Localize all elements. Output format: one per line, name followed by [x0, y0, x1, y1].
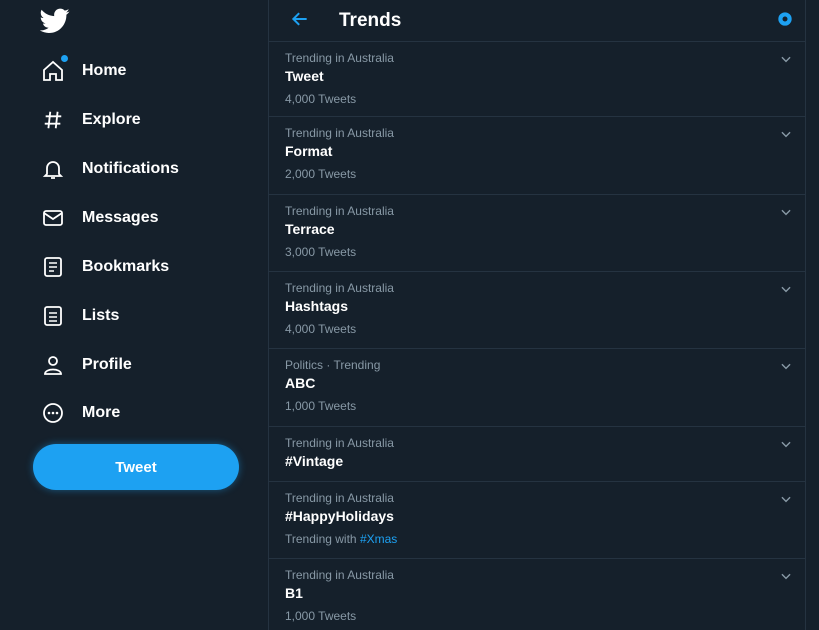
chevron-down-icon[interactable] — [777, 280, 795, 298]
trend-name: Format — [285, 143, 333, 159]
trend-item[interactable]: Trending in Australia Terrace 3,000 Twee… — [269, 195, 805, 272]
trend-item[interactable]: Trending in Australia Hashtags 4,000 Twe… — [269, 272, 805, 349]
trend-name: Terrace — [285, 221, 335, 237]
sidebar-item-messages[interactable]: Messages — [30, 196, 230, 240]
person-icon — [40, 352, 66, 378]
notification-dot — [61, 55, 68, 62]
trend-count: Trending with #Xmas — [285, 532, 397, 546]
chevron-down-icon[interactable] — [777, 50, 795, 68]
trend-count: 1,000 Tweets — [285, 399, 357, 413]
trend-item[interactable]: Trending in Australia #HappyHolidays Tre… — [269, 482, 805, 559]
list-icon — [40, 303, 66, 329]
chevron-down-icon[interactable] — [777, 567, 795, 585]
tweet-button[interactable]: Tweet — [33, 444, 239, 490]
sidebar-item-explore[interactable]: Explore — [30, 98, 230, 142]
trend-name: #HappyHolidays — [285, 508, 394, 524]
gear-icon — [775, 9, 795, 34]
trend-name: Tweet — [285, 68, 324, 84]
home-icon — [40, 55, 68, 84]
sidebar-item-home[interactable]: Home — [30, 49, 230, 93]
trend-count: 4,000 Tweets — [285, 322, 357, 336]
envelope-icon — [40, 205, 66, 231]
chevron-down-icon[interactable] — [777, 357, 795, 375]
trend-context: Trending in Australia — [285, 568, 394, 582]
sidebar: Home Explore Notifications Messages Book… — [0, 0, 268, 630]
sidebar-item-label: Notifications — [82, 160, 179, 177]
sidebar-item-bookmarks[interactable]: Bookmarks — [30, 245, 230, 289]
trend-count: 2,000 Tweets — [285, 167, 357, 181]
trend-count: 1,000 Tweets — [285, 609, 357, 623]
sidebar-item-more[interactable]: More — [30, 391, 230, 435]
trend-context: Trending in Australia — [285, 51, 394, 65]
trend-item[interactable]: Politics · Trending ABC 1,000 Tweets — [269, 349, 805, 427]
trend-context: Trending in Australia — [285, 204, 394, 218]
back-button[interactable] — [287, 8, 313, 34]
trend-item[interactable]: Trending in Australia Tweet 4,000 Tweets — [269, 42, 805, 117]
chevron-down-icon[interactable] — [777, 203, 795, 221]
sidebar-item-notifications[interactable]: Notifications — [30, 147, 230, 191]
trend-count: 4,000 Tweets — [285, 92, 357, 106]
trends-panel: Trends Trending in Australia Tweet 4,000… — [268, 0, 806, 630]
trend-count: 3,000 Tweets — [285, 245, 357, 259]
bird-icon[interactable] — [38, 4, 72, 38]
trend-context: Trending in Australia — [285, 436, 394, 450]
more-icon — [40, 400, 66, 426]
trend-name: B1 — [285, 585, 303, 601]
trend-count-text: Trending with — [285, 532, 357, 546]
sidebar-item-label: Bookmarks — [82, 258, 170, 275]
trend-context: Trending in Australia — [285, 281, 394, 295]
sidebar-item-label: Explore — [82, 111, 141, 128]
hashtag-icon — [40, 107, 66, 133]
page-header: Trends — [269, 0, 805, 42]
trend-item[interactable]: Trending in Australia #Vintage — [269, 427, 805, 482]
back-arrow-icon — [290, 9, 310, 34]
settings-button[interactable] — [773, 9, 797, 33]
trend-context: Trending in Australia — [285, 126, 394, 140]
sidebar-item-label: Messages — [82, 209, 159, 226]
trend-name: ABC — [285, 375, 316, 391]
chevron-down-icon[interactable] — [777, 490, 795, 508]
page-title: Trends — [339, 10, 402, 31]
sidebar-item-label: Home — [82, 62, 127, 79]
bookmark-icon — [40, 254, 66, 280]
chevron-down-icon[interactable] — [777, 125, 795, 143]
bell-icon — [40, 156, 66, 182]
sidebar-item-label: Lists — [82, 307, 120, 324]
trend-context: Politics · Trending — [285, 358, 381, 372]
trend-item[interactable]: Trending in Australia B1 1,000 Tweets — [269, 559, 805, 630]
trend-name: Hashtags — [285, 298, 349, 314]
trend-hashtag-link[interactable]: #Xmas — [360, 532, 397, 546]
sidebar-item-lists[interactable]: Lists — [30, 294, 230, 338]
chevron-down-icon[interactable] — [777, 435, 795, 453]
sidebar-item-label: More — [82, 404, 121, 421]
trend-item[interactable]: Trending in Australia Format 2,000 Tweet… — [269, 117, 805, 195]
sidebar-item-label: Profile — [82, 356, 132, 373]
sidebar-item-profile[interactable]: Profile — [30, 343, 230, 387]
trend-context: Trending in Australia — [285, 491, 394, 505]
trend-name: #Vintage — [285, 453, 344, 469]
